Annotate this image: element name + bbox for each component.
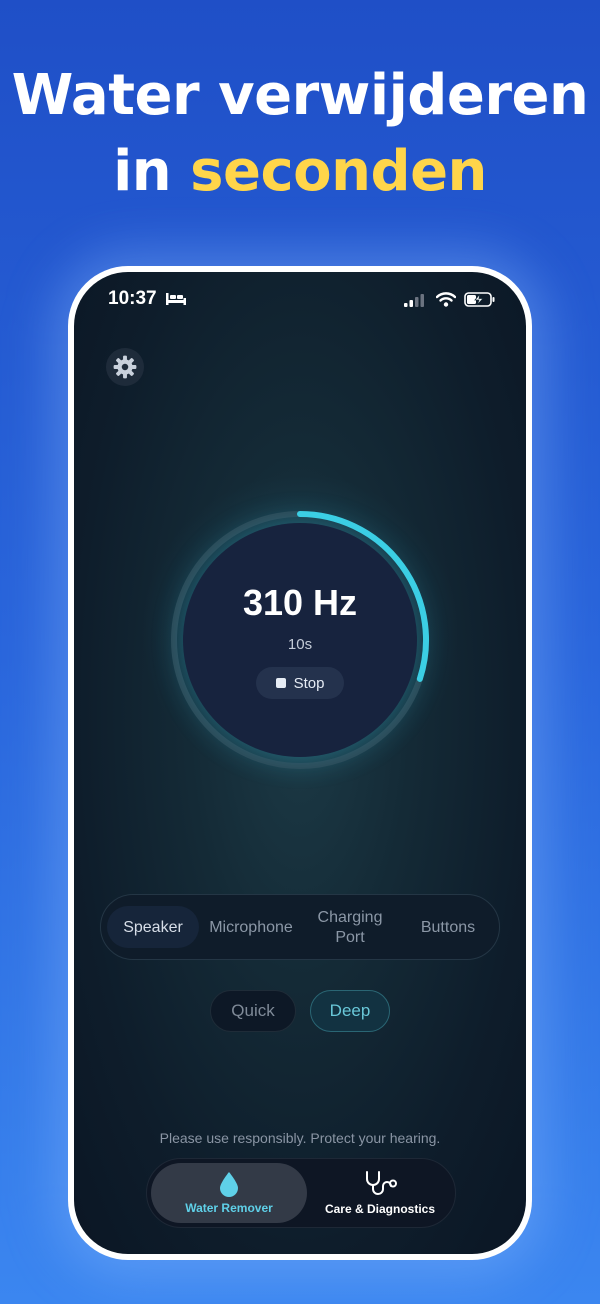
mode-quick[interactable]: Quick [210, 990, 296, 1032]
headline-line-2: in seconden [0, 134, 600, 210]
bed-icon [166, 293, 186, 305]
target-charging-port[interactable]: Charging Port [305, 895, 395, 961]
duration-readout: 10s [287, 636, 313, 653]
stop-label: Stop [293, 674, 325, 692]
tab-water-remover-label: Water Remover [185, 1201, 273, 1215]
mode-deep[interactable]: Deep [310, 990, 390, 1032]
water-drop-icon [220, 1172, 238, 1197]
headline-accent: seconden [190, 139, 487, 204]
tab-water-remover[interactable]: Water Remover [151, 1163, 307, 1223]
headline-prefix: in [113, 139, 191, 204]
hearing-notice: Please use responsibly. Protect your hea… [159, 1130, 441, 1146]
tab-care-diagnostics-label: Care & Diagnostics [324, 1202, 436, 1216]
status-time: 10:37 [108, 288, 157, 309]
wifi-icon [436, 292, 456, 307]
gear-icon [113, 355, 137, 379]
headline-line-1: Water verwijderen [11, 63, 589, 128]
stop-button[interactable]: Stop [256, 667, 344, 699]
target-microphone[interactable]: Microphone [201, 895, 301, 961]
target-speaker[interactable]: Speaker [107, 895, 199, 961]
app-screen: 10:37 310 Hz 10s Stop Speaker Microphone… [74, 272, 526, 1254]
target-selector: Speaker Microphone Charging Port Buttons [100, 894, 500, 960]
frequency-readout: 310 Hz [242, 582, 358, 623]
signal-icon [404, 294, 424, 307]
settings-button[interactable] [106, 348, 144, 386]
tab-bar: Water Remover Care & Diagnostics [146, 1158, 456, 1228]
battery-charging-icon [464, 292, 495, 307]
stethoscope-icon [366, 1171, 397, 1195]
stop-icon [275, 678, 286, 688]
tab-care-diagnostics[interactable]: Care & Diagnostics [307, 1163, 453, 1223]
target-buttons[interactable]: Buttons [401, 895, 495, 961]
headline: Water verwijderen in seconden [0, 58, 600, 210]
status-bar: 10:37 [74, 286, 526, 316]
